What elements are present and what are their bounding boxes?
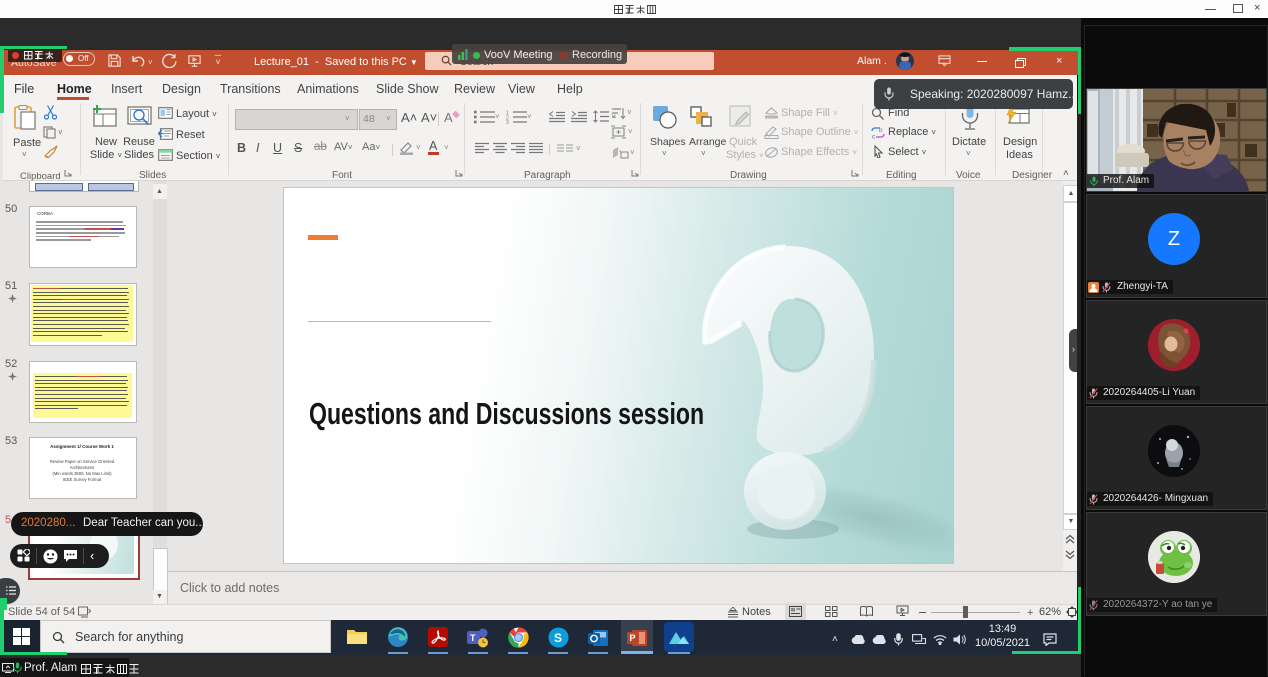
svg-text:c: c: [872, 134, 876, 140]
svg-text:P: P: [630, 633, 636, 643]
svg-text:T: T: [470, 633, 476, 643]
svg-text:b: b: [879, 127, 883, 134]
svg-text:S: S: [554, 631, 562, 645]
svg-text:3: 3: [506, 120, 509, 124]
